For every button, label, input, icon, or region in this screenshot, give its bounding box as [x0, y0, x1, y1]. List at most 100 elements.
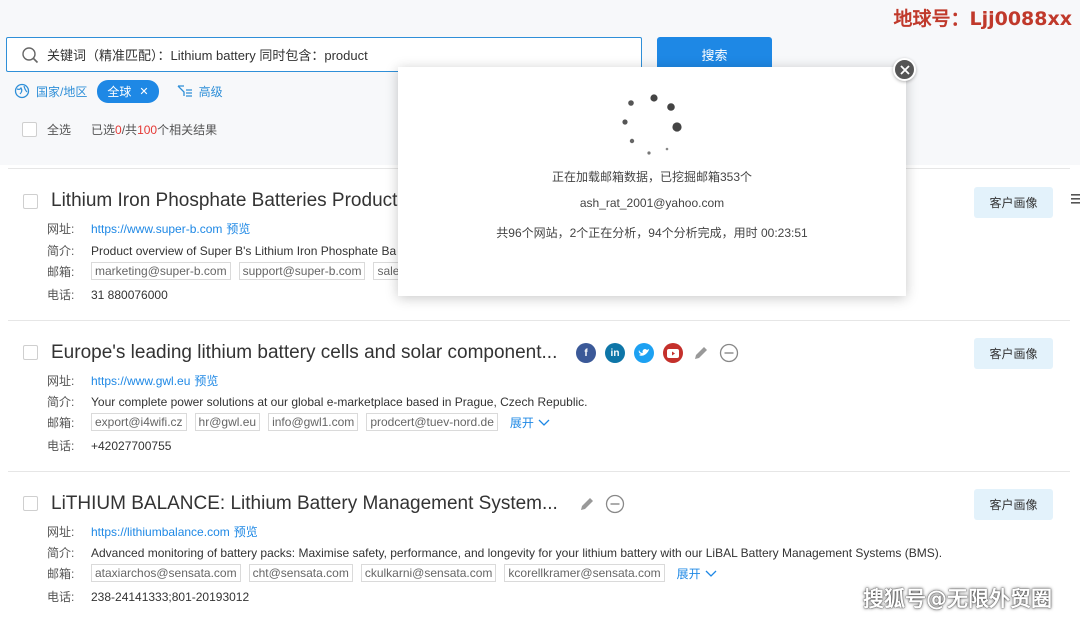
customer-portrait-button[interactable]: 客户画像	[974, 489, 1053, 520]
website-row: 网址: https://lithiumbalance.com 预览	[47, 523, 258, 540]
modal-close-button[interactable]	[893, 58, 916, 81]
result-url[interactable]: https://lithiumbalance.com	[91, 525, 230, 539]
phone-value: 238-24141333;801-20193012	[91, 589, 250, 604]
preview-link[interactable]: 预览	[194, 372, 218, 389]
globe-icon	[14, 83, 30, 99]
twitter-icon[interactable]	[634, 343, 654, 363]
result-checkbox[interactable]	[23, 194, 38, 209]
result-title[interactable]: Lithium Iron Phosphate Batteries Product	[51, 190, 397, 212]
select-all-label: 全选	[47, 123, 72, 137]
customer-portrait-button[interactable]: 客户画像	[974, 187, 1053, 218]
phone-row: 电话: 31 880076000	[47, 286, 168, 303]
email-tag[interactable]: cht@sensata.com	[248, 564, 353, 582]
preview-link[interactable]: 预览	[234, 523, 258, 540]
loading-spinner-icon	[622, 94, 682, 155]
phone-label: 电话:	[47, 288, 75, 302]
email-label: 邮箱:	[47, 264, 75, 279]
expand-button[interactable]: 展开	[677, 565, 718, 582]
email-label: 邮箱:	[47, 415, 75, 430]
phone-row: 电话: +42027700755	[47, 437, 171, 454]
filter-row: 国家/地区 全球 ✕ 高级	[14, 79, 223, 103]
divider	[8, 320, 1070, 321]
phone-label: 电话:	[47, 439, 75, 453]
close-icon[interactable]: ✕	[139, 85, 148, 98]
chevron-down-icon	[538, 419, 550, 426]
menu-icon[interactable]	[1071, 192, 1080, 210]
customer-portrait-button[interactable]: 客户画像	[974, 338, 1053, 369]
region-filter-label[interactable]: 国家/地区	[36, 83, 87, 100]
watermark-bottom: 搜狐号@无限外贸圈	[863, 587, 1052, 611]
intro-row: 简介: Your complete power solutions at our…	[47, 393, 588, 410]
email-tag[interactable]: kcorellkramer@sensata.com	[504, 564, 665, 582]
edit-icon[interactable]	[692, 344, 710, 362]
result-title[interactable]: Europe's leading lithium battery cells a…	[51, 342, 557, 364]
loading-status-text: 正在加载邮箱数据，已挖掘邮箱353个	[551, 170, 753, 184]
intro-row: 简介: Product overview of Super B's Lithiu…	[47, 242, 396, 259]
result-url[interactable]: https://www.super-b.com	[91, 222, 222, 236]
phone-value: 31 880076000	[91, 287, 168, 302]
phone-label: 电话:	[47, 590, 75, 604]
remove-icon[interactable]	[605, 494, 625, 514]
email-label: 邮箱:	[47, 566, 75, 581]
email-row: 邮箱: export@i4wifi.cz hr@gwl.eu info@gwl1…	[47, 413, 551, 431]
email-tag[interactable]: support@super-b.com	[238, 262, 366, 280]
result-url[interactable]: https://www.gwl.eu	[91, 374, 190, 388]
intro-text: Advanced monitoring of battery packs: Ma…	[91, 545, 943, 560]
preview-link[interactable]: 预览	[226, 220, 250, 237]
title-action-icons	[578, 494, 625, 514]
email-row: 邮箱: ataxiarchos@sensata.com cht@sensata.…	[47, 564, 718, 582]
total-count: 100	[137, 123, 158, 137]
divider	[8, 471, 1070, 472]
select-row: 全选 已选0/共100个相关结果	[22, 121, 217, 138]
website-label: 网址:	[47, 374, 75, 388]
youtube-icon[interactable]	[663, 343, 683, 363]
selected-count: 0	[115, 123, 122, 137]
intro-label: 简介:	[47, 546, 75, 560]
progress-text: 共96个网站，2个正在分析，94个分析完成，用时 00:23:51	[496, 226, 808, 240]
filter-icon	[177, 84, 193, 98]
email-tag[interactable]: marketing@super-b.com	[91, 262, 231, 280]
search-icon	[21, 46, 47, 64]
stat-prefix: 已选	[91, 123, 116, 137]
loading-modal: 正在加载邮箱数据，已挖掘邮箱353个 ash_rat_2001@yahoo.co…	[398, 67, 906, 296]
selection-stat: 已选0/共100个相关结果	[91, 121, 217, 138]
phone-value: +42027700755	[91, 438, 172, 453]
watermark-top: 地球号：Ljj0088xx	[893, 8, 1072, 30]
email-tag[interactable]: export@i4wifi.cz	[91, 413, 187, 431]
website-label: 网址:	[47, 222, 75, 236]
expand-label: 展开	[509, 415, 534, 430]
close-icon	[899, 64, 910, 75]
email-tag[interactable]: ckulkarni@sensata.com	[360, 564, 497, 582]
email-tag[interactable]: ataxiarchos@sensata.com	[91, 564, 241, 582]
email-tag[interactable]: prodcert@tuev-nord.de	[366, 413, 498, 431]
email-row: 邮箱: marketing@super-b.com support@super-…	[47, 262, 411, 280]
intro-label: 简介:	[47, 244, 75, 258]
region-chip-label: 全球	[107, 84, 132, 99]
website-row: 网址: https://www.super-b.com 预览	[47, 220, 250, 237]
intro-label: 简介:	[47, 395, 75, 409]
stat-suffix: 个相关结果	[157, 123, 218, 137]
result-checkbox[interactable]	[23, 496, 38, 511]
linkedin-icon[interactable]: in	[605, 343, 625, 363]
expand-button[interactable]: 展开	[510, 414, 551, 431]
search-query-text: 关键词（精准匹配）：Lithium battery 同时包含：product	[47, 48, 368, 63]
intro-text: Your complete power solutions at our glo…	[91, 394, 588, 409]
intro-text: Product overview of Super B's Lithium Ir…	[91, 243, 397, 258]
intro-row: 简介: Advanced monitoring of battery packs…	[47, 544, 942, 561]
result-title[interactable]: LiTHIUM BALANCE: Lithium Battery Managem…	[51, 493, 558, 515]
stat-mid: /共	[121, 123, 138, 137]
remove-icon[interactable]	[719, 343, 739, 363]
advanced-filter-label: 高级	[198, 84, 223, 99]
expand-label: 展开	[676, 566, 701, 581]
chevron-down-icon	[705, 570, 717, 577]
phone-row: 电话: 238-24141333;801-20193012	[47, 588, 249, 605]
select-all-checkbox[interactable]	[22, 122, 37, 137]
facebook-icon[interactable]: f	[576, 343, 596, 363]
email-tag[interactable]: info@gwl1.com	[268, 413, 359, 431]
result-checkbox[interactable]	[23, 345, 38, 360]
email-tag[interactable]: hr@gwl.eu	[194, 413, 261, 431]
edit-icon[interactable]	[578, 495, 596, 513]
advanced-filter-button[interactable]: 高级	[177, 83, 223, 100]
region-chip-global[interactable]: 全球 ✕	[97, 79, 159, 103]
current-email-text: ash_rat_2001@yahoo.com	[579, 196, 725, 210]
